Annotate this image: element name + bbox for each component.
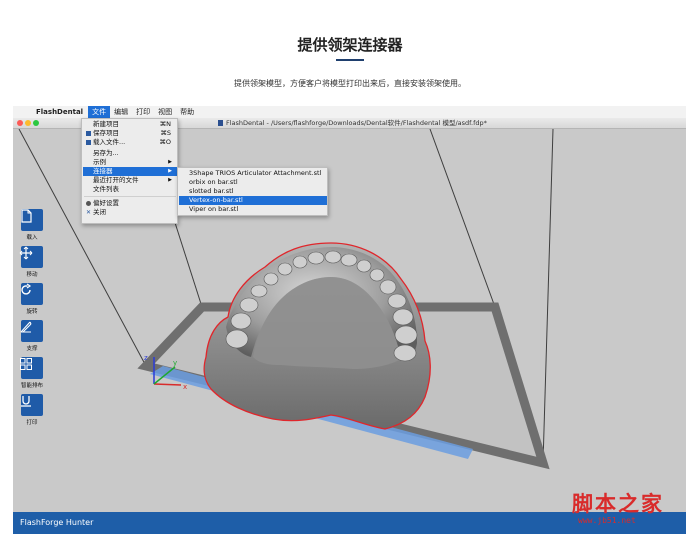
tool-move[interactable]: 移动 bbox=[19, 246, 45, 280]
file-menu-dropdown: 新建项目 ⌘N 保存项目 ⌘S 载入文件... ⌘O 另存为... 示例 ▶ 连接器 ▶ … bbox=[81, 118, 178, 224]
menu-item-label: 示例 bbox=[93, 158, 106, 166]
menu-item-preferences[interactable]: 偏好设置 bbox=[83, 199, 177, 208]
close-icon: ✕ bbox=[86, 209, 92, 216]
move-icon[interactable] bbox=[19, 246, 43, 268]
window-title: FlashDental - /Users/flashforge/Download… bbox=[218, 118, 487, 129]
window-title-text: FlashDental - /Users/flashforge/Download… bbox=[226, 119, 487, 127]
tool-smart-layout[interactable]: 智能排布 bbox=[19, 357, 45, 391]
menu-shortcut: ⌘S bbox=[160, 129, 171, 137]
tool-smart-layout-label: 智能排布 bbox=[20, 383, 43, 389]
menu-help[interactable]: 帮助 bbox=[176, 106, 198, 118]
menu-view[interactable]: 视图 bbox=[154, 106, 176, 118]
chevron-right-icon: ▶ bbox=[168, 159, 172, 165]
tool-print[interactable]: 打印 bbox=[19, 394, 45, 428]
chevron-right-icon: ▶ bbox=[168, 168, 172, 174]
app-window: FlashDental 文件 编辑 打印 视图 帮助 FlashDental -… bbox=[13, 106, 686, 534]
menu-item-label: 新建项目 bbox=[93, 120, 119, 128]
watermark-url: www.jb51.net bbox=[578, 516, 636, 525]
printer-name: FlashForge Hunter bbox=[20, 518, 94, 527]
tool-load[interactable]: 载入 bbox=[19, 209, 45, 243]
support-icon[interactable] bbox=[20, 320, 43, 342]
menu-item-close[interactable]: ✕ 关闭 bbox=[83, 208, 177, 217]
submenu-item-3shape[interactable]: 3Shape TRIOS Articulator Attachment.stl bbox=[179, 169, 327, 178]
page-title: 提供领架连接器 bbox=[297, 36, 403, 54]
folder-icon bbox=[86, 140, 91, 145]
menu-item-load-file[interactable]: 载入文件... ⌘O bbox=[83, 138, 177, 147]
menu-edit[interactable]: 编辑 bbox=[110, 106, 132, 118]
tool-rotate-label: 旋转 bbox=[26, 309, 38, 315]
gear-icon bbox=[86, 201, 91, 206]
dental-model[interactable] bbox=[203, 242, 431, 430]
submenu-item-orbix[interactable]: orbix on bar.stl bbox=[179, 178, 327, 187]
tool-load-label: 载入 bbox=[26, 235, 38, 241]
submenu-item-slotted-bar[interactable]: slotted bar.stl bbox=[179, 187, 327, 196]
menu-item-recent-files[interactable]: 最近打开的文件 ▶ bbox=[83, 176, 177, 185]
menu-file[interactable]: 文件 bbox=[88, 106, 111, 118]
menu-print[interactable]: 打印 bbox=[132, 106, 154, 118]
menu-separator bbox=[84, 196, 176, 197]
file-icon[interactable] bbox=[21, 209, 43, 231]
menu-shortcut: ⌘N bbox=[159, 120, 171, 128]
watermark-text: 脚本之家 bbox=[572, 491, 664, 516]
maximize-window-button[interactable] bbox=[33, 120, 39, 126]
menu-item-label: 偏好设置 bbox=[93, 199, 119, 207]
menu-item-label: 另存为... bbox=[93, 149, 119, 157]
chevron-right-icon: ▶ bbox=[168, 177, 172, 183]
menu-item-label: 最近打开的文件 bbox=[93, 176, 139, 184]
submenu-item-viper[interactable]: Viper on bar.stl bbox=[179, 205, 327, 214]
layout-icon[interactable] bbox=[20, 357, 43, 379]
save-icon bbox=[86, 131, 91, 136]
site-watermark: 脚本之家 www.jb51.net bbox=[572, 492, 692, 532]
menu-item-file-list[interactable]: 文件列表 bbox=[83, 185, 177, 194]
tool-support-label: 支撑 bbox=[26, 346, 38, 352]
menu-item-examples[interactable]: 示例 ▶ bbox=[83, 158, 177, 167]
title-underline bbox=[336, 59, 364, 61]
print-icon[interactable] bbox=[21, 394, 43, 416]
tool-rotate[interactable]: 旋转 bbox=[19, 283, 45, 317]
menu-item-new-project[interactable]: 新建项目 ⌘N bbox=[83, 120, 177, 129]
page-subtitle: 提供领架模型，方便客户将模型打印出来后，直接安装领架使用。 bbox=[234, 79, 466, 88]
tool-move-label: 移动 bbox=[26, 272, 38, 278]
minimize-window-button[interactable] bbox=[25, 120, 31, 126]
document-icon bbox=[218, 120, 223, 126]
menu-app-name[interactable]: FlashDental bbox=[33, 106, 88, 118]
mac-menubar: FlashDental 文件 编辑 打印 视图 帮助 bbox=[13, 106, 686, 118]
menu-item-label: 保存项目 bbox=[93, 129, 119, 137]
tool-support[interactable]: 支撑 bbox=[19, 320, 45, 354]
menu-shortcut: ⌘O bbox=[159, 138, 171, 146]
connector-submenu: 3Shape TRIOS Articulator Attachment.stl … bbox=[177, 167, 328, 216]
close-window-button[interactable] bbox=[17, 120, 23, 126]
axis-label-z: z bbox=[144, 354, 148, 362]
menu-item-label: 文件列表 bbox=[93, 185, 119, 193]
rotate-icon[interactable] bbox=[21, 283, 43, 305]
menu-item-label: 关闭 bbox=[93, 208, 106, 216]
axis-label-x: x bbox=[183, 383, 187, 391]
menu-item-save-as[interactable]: 另存为... bbox=[83, 149, 177, 158]
menu-item-connectors[interactable]: 连接器 ▶ bbox=[83, 167, 177, 176]
tool-print-label: 打印 bbox=[26, 420, 38, 426]
menu-item-label: 连接器 bbox=[93, 167, 113, 175]
submenu-item-vertex[interactable]: Vertex-on-bar.stl bbox=[179, 196, 327, 205]
menu-item-label: 载入文件... bbox=[93, 138, 126, 146]
axis-label-y: y bbox=[173, 359, 177, 367]
menu-item-save-project[interactable]: 保存项目 ⌘S bbox=[83, 129, 177, 138]
